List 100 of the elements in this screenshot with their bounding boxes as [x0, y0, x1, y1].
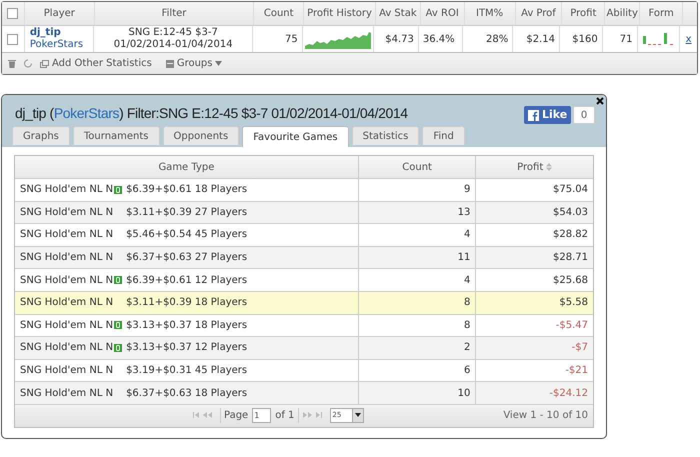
sort-icon[interactable]: [546, 163, 552, 171]
table-cell-text: -$7: [572, 341, 588, 356]
table-cell-text: 8: [464, 296, 470, 310]
game-detail: $6.39+$0.61 12 Players: [126, 274, 248, 288]
game-type: SNG Hold'em NL N: [20, 364, 114, 378]
table-cell-text: $4.73: [385, 32, 414, 46]
page-label: Page: [220, 408, 248, 423]
game-type: SNG Hold'em NL N: [20, 228, 114, 242]
game-detail: $3.13+$0.37 18 Players: [126, 318, 248, 333]
game-type: SNG Hold'em NL N: [20, 251, 114, 266]
column-header[interactable]: Profit: [562, 2, 606, 25]
page-count: of 1: [275, 408, 300, 423]
profit-sparkline: [304, 31, 371, 49]
column-header[interactable]: Form: [640, 2, 684, 25]
table-cell-text: 8: [464, 318, 470, 333]
column-header[interactable]: Count: [358, 156, 476, 178]
table-cell-text: 6: [464, 364, 470, 378]
table-cell-text: 2: [464, 341, 470, 356]
game-detail: $6.37+$0.63 27 Players: [126, 251, 248, 266]
select-all-checkbox[interactable]: [7, 8, 18, 19]
table-row[interactable]: SNG Hold'em NL N $3.13+$0.37 12 Players 2 -$7: [15, 337, 593, 360]
tab[interactable]: Statistics: [352, 126, 420, 145]
like-button[interactable]: Like: [524, 106, 572, 124]
form-chart: [641, 31, 676, 47]
table-row[interactable]: SNG Hold'em NL N $6.37+$0.63 18 Players 10 -$24.12: [15, 382, 593, 405]
tab[interactable]: Graphs: [12, 126, 70, 145]
game-type: SNG Hold'em NL N: [20, 183, 114, 198]
remove-link[interactable]: x: [686, 32, 692, 46]
column-header[interactable]: Game Type: [15, 156, 359, 178]
table-cell-text: $160: [572, 32, 598, 46]
column-header[interactable]: Av Prof: [516, 2, 562, 25]
game-detail: $3.11+$0.39 18 Players: [126, 296, 248, 310]
column-header[interactable]: Profit History: [304, 2, 376, 25]
table-cell-text: 4: [464, 274, 470, 288]
game-detail: $6.39+$0.61 18 Players: [126, 183, 248, 198]
table-cell-text: 10: [458, 386, 470, 401]
table-cell-text: $75.04: [553, 183, 588, 198]
table-cell-text: -$21: [565, 364, 588, 378]
filter-text: SNG E:12-45 $3-7: [128, 27, 218, 39]
game-detail: $3.19+$0.31 45 Players: [126, 364, 248, 378]
table-cell-text: 13: [458, 206, 470, 220]
table-row[interactable]: SNG Hold'em NL N $3.11+$0.39 27 Players 13 $54.03: [15, 202, 593, 224]
table-cell-text: $5.58: [559, 296, 588, 310]
table-row[interactable]: SNG Hold'em NL N $6.39+$0.61 12 Players 4 $25.68: [15, 269, 593, 292]
tab[interactable]: Tournaments: [72, 126, 160, 145]
next-page-icon[interactable]: [303, 412, 312, 418]
add-statistics-button[interactable]: Add Other Statistics: [40, 56, 152, 71]
column-header[interactable]: Count: [254, 2, 304, 25]
refresh-icon[interactable]: [24, 59, 32, 68]
table-cell-text: $54.03: [553, 206, 588, 220]
column-header[interactable]: Profit: [476, 156, 593, 178]
table-row[interactable]: SNG Hold'em NL N $3.13+$0.37 18 Players 8 -$5.47: [15, 314, 593, 338]
player-link[interactable]: dj_tip: [30, 27, 94, 39]
table-cell-text: 71: [620, 32, 632, 46]
table-cell-text: $25.68: [553, 274, 588, 288]
table-cell-text: 28%: [486, 32, 508, 46]
game-type: SNG Hold'em NL N: [20, 318, 114, 333]
caret-icon: [215, 61, 222, 66]
groups-button[interactable]: Groups: [166, 56, 222, 71]
column-header[interactable]: ITM%: [464, 2, 516, 25]
close-icon[interactable]: [596, 97, 604, 105]
game-detail: $6.37+$0.63 18 Players: [126, 386, 248, 401]
row-checkbox[interactable]: [7, 34, 18, 44]
trash-icon[interactable]: [8, 59, 16, 68]
table-cell-text: 9: [464, 183, 470, 198]
table-cell-text: -$24.12: [549, 386, 588, 401]
game-type: SNG Hold'em NL N: [20, 386, 114, 401]
game-type: SNG Hold'em NL N: [20, 206, 114, 220]
site-link[interactable]: PokerStars: [30, 39, 94, 51]
table-row[interactable]: SNG Hold'em NL N $3.19+$0.31 45 Players 6 -$21: [15, 360, 593, 382]
facebook-icon: [528, 110, 539, 120]
column-header[interactable]: Ability: [605, 2, 640, 25]
table-cell-text: -$5.47: [556, 318, 588, 333]
previous-page-icon[interactable]: [203, 412, 212, 418]
column-header[interactable]: Av ROI: [420, 2, 465, 25]
like-count: 0: [573, 106, 595, 124]
column-header[interactable]: Av Stak: [376, 2, 421, 25]
table-cell-text: $28.82: [553, 228, 588, 242]
table-cell-text: 36.4%: [422, 32, 455, 46]
tab[interactable]: Opponents: [162, 126, 240, 145]
game-type: SNG Hold'em NL N: [20, 341, 114, 356]
table-row[interactable]: SNG Hold'em NL N $6.39+$0.61 18 Players 9 $75.04: [15, 179, 593, 202]
table-cell-text: 75: [284, 32, 298, 46]
table-row[interactable]: SNG Hold'em NL N $5.46+$0.54 45 Players 4 $28.82: [15, 224, 593, 247]
dialog-title: dj_tip (PokerStars) Filter:SNG E:12-45 $3-7 01/02/2014-01/04/2014: [15, 104, 408, 123]
game-detail: $3.11+$0.39 27 Players: [126, 206, 248, 220]
game-detail: $5.46+$0.54 45 Players: [126, 228, 248, 242]
tab[interactable]: Find: [422, 126, 465, 145]
game-type: SNG Hold'em NL N: [20, 274, 114, 288]
table-row[interactable]: SNG Hold'em NL N $6.37+$0.63 27 Players 11 $28.71: [15, 246, 593, 270]
table-row[interactable]: SNG Hold'em NL N $3.11+$0.39 18 Players 8 $5.58: [15, 292, 593, 315]
tab[interactable]: Favourite Games: [242, 126, 349, 147]
table-cell-text: 4: [464, 228, 470, 242]
column-header[interactable]: Filter: [94, 2, 254, 25]
column-header[interactable]: Player: [24, 2, 95, 25]
game-type: SNG Hold'em NL N: [20, 296, 114, 310]
copy-icon: [40, 60, 49, 68]
last-page-icon[interactable]: [316, 412, 322, 418]
first-page-icon[interactable]: [193, 412, 199, 418]
page-input[interactable]: 1: [252, 408, 272, 423]
